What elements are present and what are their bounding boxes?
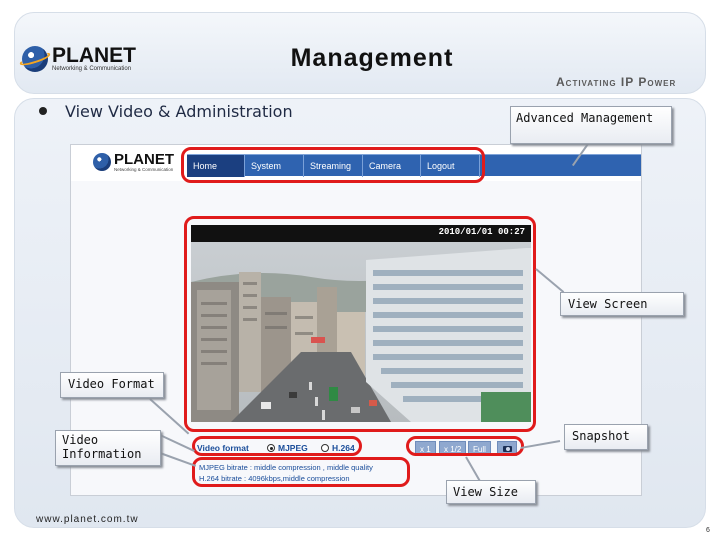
callout-view-screen-text: View Screen bbox=[568, 297, 648, 311]
highlight-video-format bbox=[192, 436, 362, 456]
callout-video-information-text: Video Information bbox=[62, 433, 142, 461]
slide-title: Management bbox=[290, 44, 454, 72]
highlight-view-screen bbox=[184, 216, 536, 432]
highlight-video-info bbox=[192, 457, 410, 487]
callout-snapshot: Snapshot bbox=[564, 424, 648, 450]
bullet-icon bbox=[39, 107, 47, 115]
callout-snapshot-text: Snapshot bbox=[572, 429, 630, 443]
page-number: 6 bbox=[706, 527, 710, 534]
callout-video-format: Video Format bbox=[60, 372, 164, 398]
highlight-view-size bbox=[406, 436, 524, 456]
webui-logo: PLANET Networking & Communication bbox=[93, 151, 183, 177]
callout-video-information: Video Information bbox=[55, 430, 161, 466]
footer-url[interactable]: www.planet.com.tw bbox=[36, 514, 139, 525]
callout-advanced-management-text: Advanced Management bbox=[516, 111, 654, 125]
callout-video-format-text: Video Format bbox=[68, 377, 155, 391]
highlight-nav bbox=[181, 147, 485, 183]
callout-view-screen: View Screen bbox=[560, 292, 684, 316]
slogan: Activating IP Power bbox=[556, 75, 677, 89]
bullet-text: View Video & Administration bbox=[65, 102, 293, 121]
webui-logo-brand: PLANET bbox=[114, 151, 174, 168]
callout-view-size-text: View Size bbox=[453, 485, 519, 499]
globe-icon bbox=[93, 153, 111, 171]
webui-logo-tagline: Networking & Communication bbox=[114, 167, 174, 172]
callout-view-size: View Size bbox=[446, 480, 536, 504]
callout-advanced-management: Advanced Management bbox=[510, 106, 672, 144]
